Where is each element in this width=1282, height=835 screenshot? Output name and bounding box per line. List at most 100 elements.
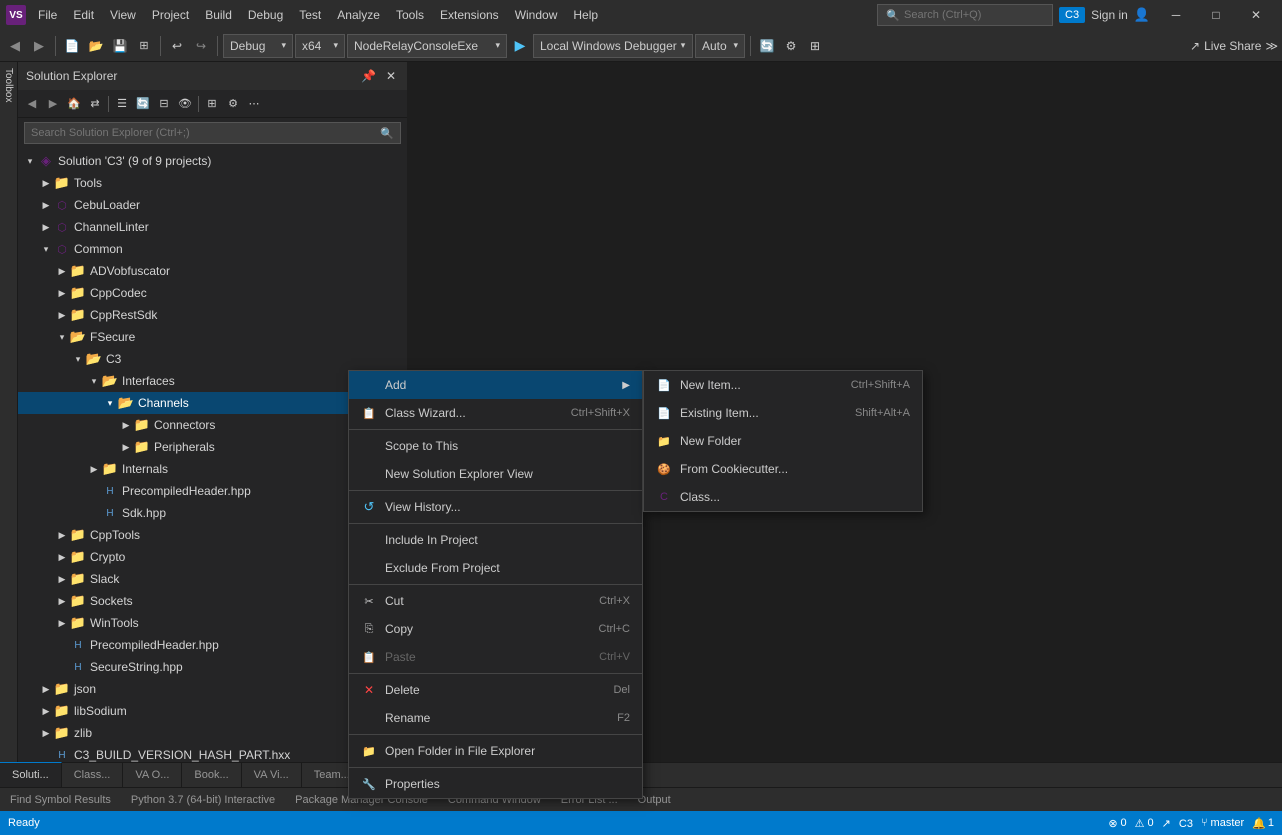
- se-settings-btn[interactable]: ⚙: [223, 94, 243, 114]
- panel-python[interactable]: Python 3.7 (64-bit) Interactive: [121, 788, 285, 812]
- status-branch[interactable]: ⑂ master: [1201, 817, 1244, 829]
- menu-tools[interactable]: Tools: [388, 0, 432, 30]
- status-liveshare[interactable]: ↗: [1162, 817, 1171, 830]
- cm-item-scope[interactable]: Scope to This: [349, 432, 642, 460]
- menu-project[interactable]: Project: [144, 0, 197, 30]
- cm-item-include[interactable]: Include In Project: [349, 526, 642, 554]
- folder-icon: 📂: [70, 329, 86, 345]
- sm-item-class[interactable]: C Class...: [644, 483, 922, 511]
- se-refresh-btn[interactable]: 🔄: [133, 94, 153, 114]
- vs-logo: VS: [6, 5, 26, 25]
- close-button[interactable]: ✕: [1236, 0, 1276, 30]
- cm-item-add[interactable]: Add ▶: [349, 371, 642, 399]
- redo-btn[interactable]: ↪: [190, 35, 212, 57]
- tree-item[interactable]: ▶ 📁 CppRestSdk: [18, 304, 407, 326]
- menu-window[interactable]: Window: [507, 0, 566, 30]
- startup-dropdown[interactable]: NodeRelayConsoleExe▾: [347, 34, 507, 58]
- config-dropdown[interactable]: Debug▾: [223, 34, 293, 58]
- cm-item-class-wizard[interactable]: 📋 Class Wizard... Ctrl+Shift+X: [349, 399, 642, 427]
- back-btn[interactable]: ◀: [4, 35, 26, 57]
- save-btn[interactable]: 💾: [109, 35, 131, 57]
- maximize-button[interactable]: □: [1196, 0, 1236, 30]
- tree-item[interactable]: ▾ 📂 FSecure: [18, 326, 407, 348]
- se-pending-btn[interactable]: ⋯: [244, 94, 264, 114]
- tree-item[interactable]: ▶ ⬡ ChannelLinter: [18, 216, 407, 238]
- layout-btn[interactable]: ⊞: [804, 35, 826, 57]
- start-debug-btn[interactable]: ▶: [509, 35, 531, 57]
- se-header-title: Solution Explorer: [26, 69, 117, 83]
- se-search-input[interactable]: [31, 127, 376, 139]
- menu-help[interactable]: Help: [565, 0, 606, 30]
- save-all-btn[interactable]: ⊞: [133, 35, 155, 57]
- cm-item-exclude[interactable]: Exclude From Project: [349, 554, 642, 582]
- toolbox-tab[interactable]: Toolbox: [0, 62, 18, 762]
- tree-item[interactable]: ▶ 📁 CppCodec: [18, 282, 407, 304]
- se-forward-btn[interactable]: ▶: [43, 94, 63, 114]
- se-close-btn[interactable]: ✕: [383, 68, 399, 84]
- extra-options-btn[interactable]: ≫: [1265, 39, 1278, 53]
- tree-item[interactable]: ▶ ⬡ CebuLoader: [18, 194, 407, 216]
- menu-file[interactable]: File: [30, 0, 65, 30]
- settings-btn[interactable]: ⚙: [780, 35, 802, 57]
- minimize-button[interactable]: ─: [1156, 0, 1196, 30]
- new-project-btn[interactable]: 📄: [61, 35, 83, 57]
- live-share-btn[interactable]: Live Share: [1204, 39, 1261, 53]
- undo-btn[interactable]: ↩: [166, 35, 188, 57]
- tab-va-o[interactable]: VA O...: [123, 762, 182, 787]
- tree-label: zlib: [74, 726, 92, 740]
- tab-book[interactable]: Book...: [182, 762, 241, 787]
- cm-item-cut[interactable]: ✂ Cut Ctrl+X: [349, 587, 642, 615]
- panel-find-symbol[interactable]: Find Symbol Results: [0, 788, 121, 812]
- reload-btn[interactable]: 🔄: [756, 35, 778, 57]
- sm-item-existing-item[interactable]: 📄 Existing Item... Shift+Alt+A: [644, 399, 922, 427]
- se-pin-btn[interactable]: 📌: [358, 68, 379, 84]
- cm-item-rename[interactable]: Rename F2: [349, 704, 642, 732]
- se-sync-btn[interactable]: ⇄: [85, 94, 105, 114]
- menu-analyze[interactable]: Analyze: [329, 0, 388, 30]
- se-collapse-btn[interactable]: ⊟: [154, 94, 174, 114]
- cm-item-properties[interactable]: 🔧 Properties: [349, 770, 642, 798]
- tree-item[interactable]: ▶ 📁 Tools: [18, 172, 407, 194]
- menu-test[interactable]: Test: [291, 0, 329, 30]
- menu-debug[interactable]: Debug: [240, 0, 291, 30]
- title-search-input[interactable]: [904, 9, 1044, 21]
- se-filter-btn[interactable]: ⊞: [202, 94, 222, 114]
- menu-view[interactable]: View: [102, 0, 144, 30]
- status-notifications[interactable]: 🔔 1: [1252, 817, 1274, 830]
- tree-label: json: [74, 682, 96, 696]
- status-errors[interactable]: ⊗ 0: [1108, 817, 1126, 830]
- platform-dropdown[interactable]: x64▾: [295, 34, 345, 58]
- auto-dropdown[interactable]: Auto▾: [695, 34, 745, 58]
- sm-item-new-item[interactable]: 📄 New Item... Ctrl+Shift+A: [644, 371, 922, 399]
- menu-build[interactable]: Build: [197, 0, 240, 30]
- se-home-btn[interactable]: 🏠: [64, 94, 84, 114]
- tab-solution[interactable]: Soluti...: [0, 762, 62, 787]
- tab-class[interactable]: Class...: [62, 762, 124, 787]
- open-btn[interactable]: 📂: [85, 35, 107, 57]
- file-icon: H: [102, 483, 118, 499]
- cm-item-history[interactable]: ↺ View History...: [349, 493, 642, 521]
- debugger-dropdown[interactable]: Local Windows Debugger▾: [533, 34, 693, 58]
- cm-item-open-folder[interactable]: 📁 Open Folder in File Explorer: [349, 737, 642, 765]
- tab-va-vi[interactable]: VA Vi...: [242, 762, 302, 787]
- cm-item-delete[interactable]: ✕ Delete Del: [349, 676, 642, 704]
- se-show-all-btn[interactable]: 👁: [175, 94, 195, 114]
- sm-item-cookiecutter[interactable]: 🍪 From Cookiecutter...: [644, 455, 922, 483]
- menu-extensions[interactable]: Extensions: [432, 0, 507, 30]
- tree-item[interactable]: ▶ 📁 ADVobfuscator: [18, 260, 407, 282]
- forward-btn[interactable]: ▶: [28, 35, 50, 57]
- sm-class-icon: C: [656, 489, 672, 505]
- tree-item[interactable]: ▾ 📂 C3: [18, 348, 407, 370]
- sm-item-new-folder[interactable]: 📁 New Folder: [644, 427, 922, 455]
- status-warnings[interactable]: ⚠ 0: [1135, 817, 1154, 830]
- tree-label: Tools: [74, 176, 102, 190]
- cm-item-new-view[interactable]: New Solution Explorer View: [349, 460, 642, 488]
- se-view-btn[interactable]: ☰: [112, 94, 132, 114]
- se-back-btn[interactable]: ◀: [22, 94, 42, 114]
- cm-item-copy[interactable]: ⎘ Copy Ctrl+C: [349, 615, 642, 643]
- menu-edit[interactable]: Edit: [65, 0, 102, 30]
- tree-item[interactable]: ▾ ⬡ Common: [18, 238, 407, 260]
- status-project[interactable]: C3: [1179, 816, 1193, 830]
- sign-in-button[interactable]: Sign in: [1091, 8, 1128, 22]
- tree-item[interactable]: ▾ ◈ Solution 'C3' (9 of 9 projects): [18, 150, 407, 172]
